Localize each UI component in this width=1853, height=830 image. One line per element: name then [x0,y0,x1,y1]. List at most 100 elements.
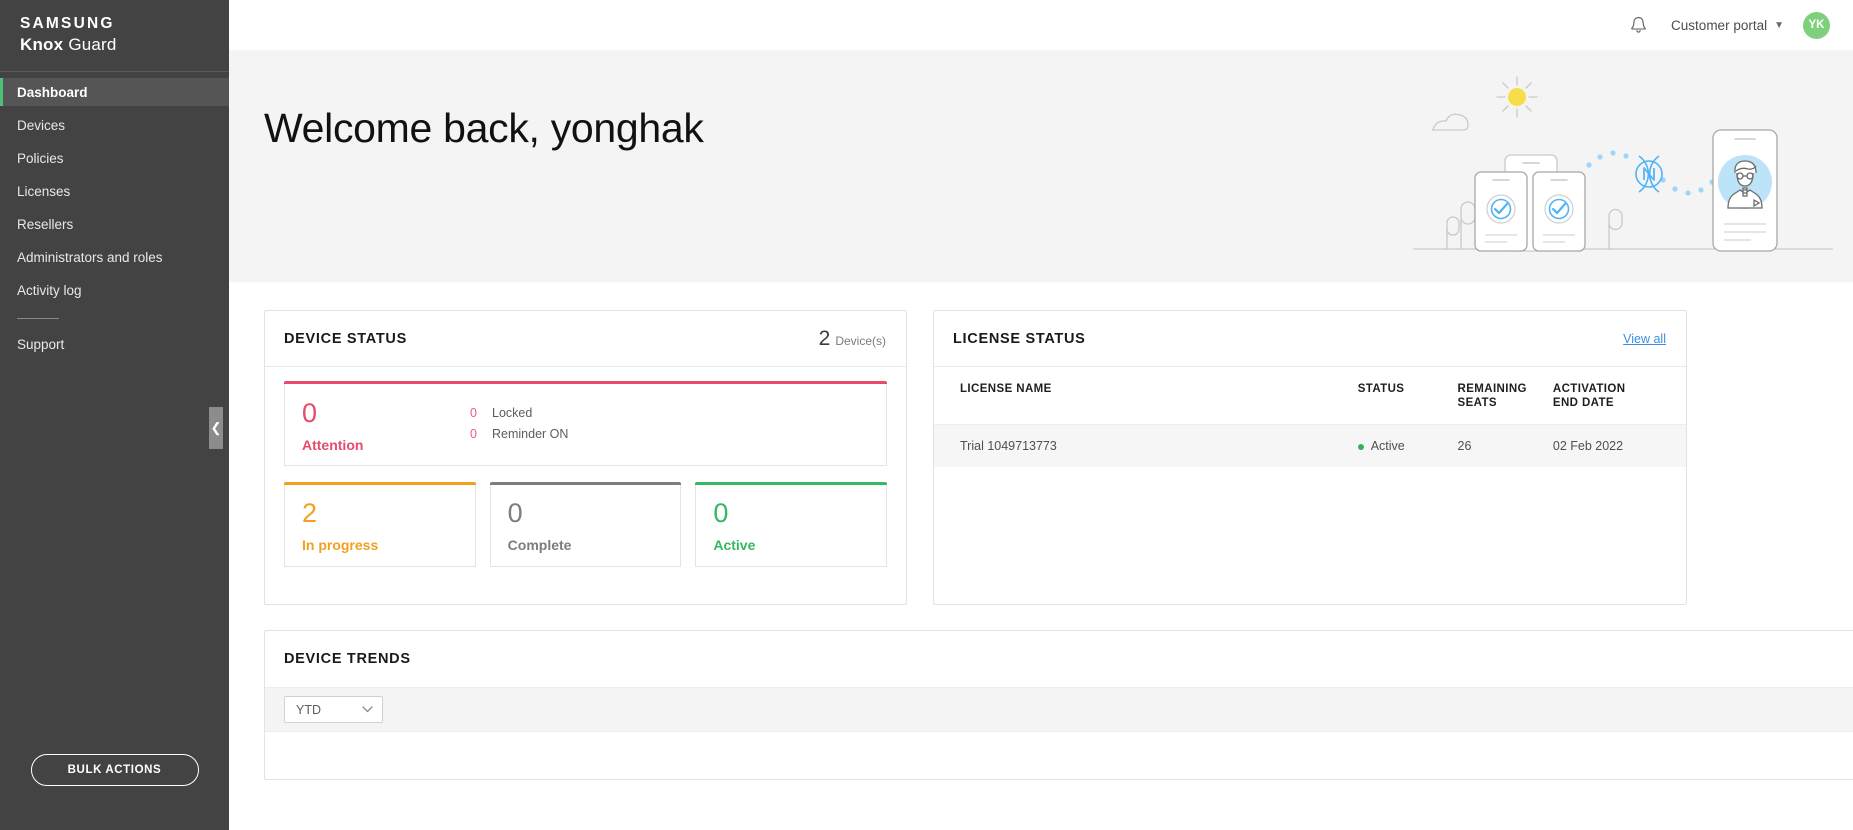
sidebar-footer: BULK ACTIONS [0,754,229,830]
sidebar-nav: Dashboard Devices Policies Licenses Rese… [0,78,229,358]
cloud-icon [1431,113,1469,131]
status-badge: Active [1370,439,1405,453]
sidebar-item-resellers[interactable]: Resellers [0,210,229,238]
license-table-header: LICENSE NAME STATUS REMAINING SEATS ACTI… [934,367,1686,425]
locked-label: Locked [492,406,533,420]
sidebar-item-label: Administrators and roles [17,249,163,265]
sidebar-collapse-toggle[interactable]: ❮ [209,407,223,449]
status-card-attention[interactable]: 0 Attention 0 Locked 0 Reminder ON [284,381,887,466]
period-select[interactable]: YTD [284,696,383,723]
device-count-label: Device(s) [835,333,886,348]
device-count-value: 2 [818,326,831,350]
brand-logo: SAMSUNG Knox Guard [0,0,229,71]
notifications-button[interactable] [1625,12,1651,38]
active-value: 0 [713,498,729,528]
sidebar-item-label: Licenses [17,183,71,199]
phone-person-icon [1712,129,1778,252]
in-progress-value: 2 [302,498,318,528]
status-card-in-progress[interactable]: 2 In progress [284,482,476,567]
status-card-complete[interactable]: 0 Complete [489,482,682,567]
sidebar-item-label: Dashboard [17,84,88,100]
sidebar: SAMSUNG Knox Guard Dashboard Devices Poli… [0,0,229,830]
topbar: Customer portal ▼ YK [229,0,1853,50]
sidebar-item-dashboard[interactable]: Dashboard [0,78,229,106]
sidebar-item-policies[interactable]: Policies [0,144,229,172]
chevron-left-icon: ❮ [210,420,222,435]
license-table-body: Trial 1049713773 Active 26 02 Feb 2022 [934,424,1686,467]
sidebar-divider [17,318,59,319]
col-remaining-seats: REMAINING SEATS [1457,383,1527,409]
sidebar-item-label: Support [17,336,65,352]
complete-label: Complete [507,537,572,553]
cell-status: Active [1357,424,1458,467]
sidebar-item-activity-log[interactable]: Activity log [0,276,229,304]
device-trends-title: DEVICE TRENDS [284,651,411,667]
customer-portal-dropdown[interactable]: Customer portal ▼ [1671,18,1784,33]
license-table: LICENSE NAME STATUS REMAINING SEATS ACTI… [934,367,1686,467]
brand-samsung-text: SAMSUNG [20,15,115,32]
bell-icon [1630,16,1646,33]
device-status-header: DEVICE STATUS 2 Device(s) [265,311,906,367]
device-count: 2 Device(s) [819,327,886,351]
phone-one-icon [1474,171,1528,252]
view-all-link[interactable]: View all [1623,332,1666,346]
sidebar-item-devices[interactable]: Devices [0,111,229,139]
col-status: STATUS [1357,383,1405,395]
complete-value: 0 [507,498,523,528]
attention-label: Attention [302,437,364,453]
attention-sub-reminder: 0 Reminder ON [470,424,568,445]
locked-value: 0 [470,406,477,420]
dashboard-page: SAMSUNG Knox Guard Dashboard Devices Poli… [0,0,1853,830]
top-cards-row: DEVICE STATUS 2 Device(s) 0 Attention 0 … [264,310,1817,605]
reminder-value: 0 [470,427,477,441]
period-select-value: YTD [296,702,321,717]
col-license-name: LICENSE NAME [960,383,1052,395]
sidebar-item-label: Devices [17,117,66,133]
nfc-icon [1635,155,1663,193]
chevron-down-icon: ▼ [1774,19,1784,31]
brand-product-text: Knox Guard [20,34,209,55]
brand-knox-text: Knox [20,35,64,54]
cell-license-name: Trial 1049713773 [934,424,1358,467]
col-activation-end-date: ACTIVATION END DATE [1552,383,1626,409]
attention-value: 0 [302,398,318,428]
in-progress-label: In progress [302,537,379,553]
sidebar-item-licenses[interactable]: Licenses [0,177,229,205]
license-status-card: LICENSE STATUS View all LICENSE NAME STA… [933,310,1687,605]
page-title: Welcome back, yonghak [264,105,704,151]
welcome-banner: Welcome back, yonghak [229,50,1853,282]
status-card-active[interactable]: 0 Active [695,482,888,567]
attention-summary: 0 Attention [285,384,470,454]
bulk-actions-button[interactable]: BULK ACTIONS [30,754,199,786]
sidebar-item-administrators-and-roles[interactable]: Administrators and roles [0,243,229,271]
phone-two-icon [1532,171,1586,252]
device-trends-header: DEVICE TRENDS Updated at 3:29:50 AM UTC [265,631,1853,687]
status-cards-row: 2 In progress 0 Complete 0 Active [284,482,888,567]
device-status-body: 0 Attention 0 Locked 0 Reminder ON 2 In … [265,367,906,567]
table-row[interactable]: Trial 1049713773 Active 26 02 Feb 2022 [934,424,1686,467]
license-status-header: LICENSE STATUS View all [934,311,1686,367]
sidebar-item-support[interactable]: Support [0,330,229,358]
sidebar-item-label: Policies [17,150,64,166]
cell-remaining-seats: 26 [1457,424,1553,467]
license-status-title: LICENSE STATUS [953,330,1086,347]
sidebar-item-label: Activity log [17,282,82,298]
attention-sub-locked: 0 Locked [470,403,568,424]
status-dot-icon [1357,443,1364,450]
customer-portal-label: Customer portal [1671,17,1768,33]
brand-guard-text: Guard [68,35,117,54]
avatar[interactable]: YK [1803,11,1830,39]
banner-illustration [1413,72,1833,277]
dashboard-content: DEVICE STATUS 2 Device(s) 0 Attention 0 … [229,282,1853,780]
device-trends-card: DEVICE TRENDS Updated at 3:29:50 AM UTC … [264,630,1853,780]
attention-breakdown: 0 Locked 0 Reminder ON [470,384,568,445]
chevron-down-icon [362,706,373,713]
plant-right-icon [1608,208,1623,249]
device-status-card: DEVICE STATUS 2 Device(s) 0 Attention 0 … [264,310,907,605]
active-label: Active [713,537,756,553]
sun-disc [1508,88,1526,106]
main-area: Customer portal ▼ YK Welcome back, yongh… [229,0,1853,830]
device-status-title: DEVICE STATUS [284,330,407,347]
plant-left-icon [1446,201,1476,249]
cell-activation-end-date: 02 Feb 2022 [1552,424,1686,467]
